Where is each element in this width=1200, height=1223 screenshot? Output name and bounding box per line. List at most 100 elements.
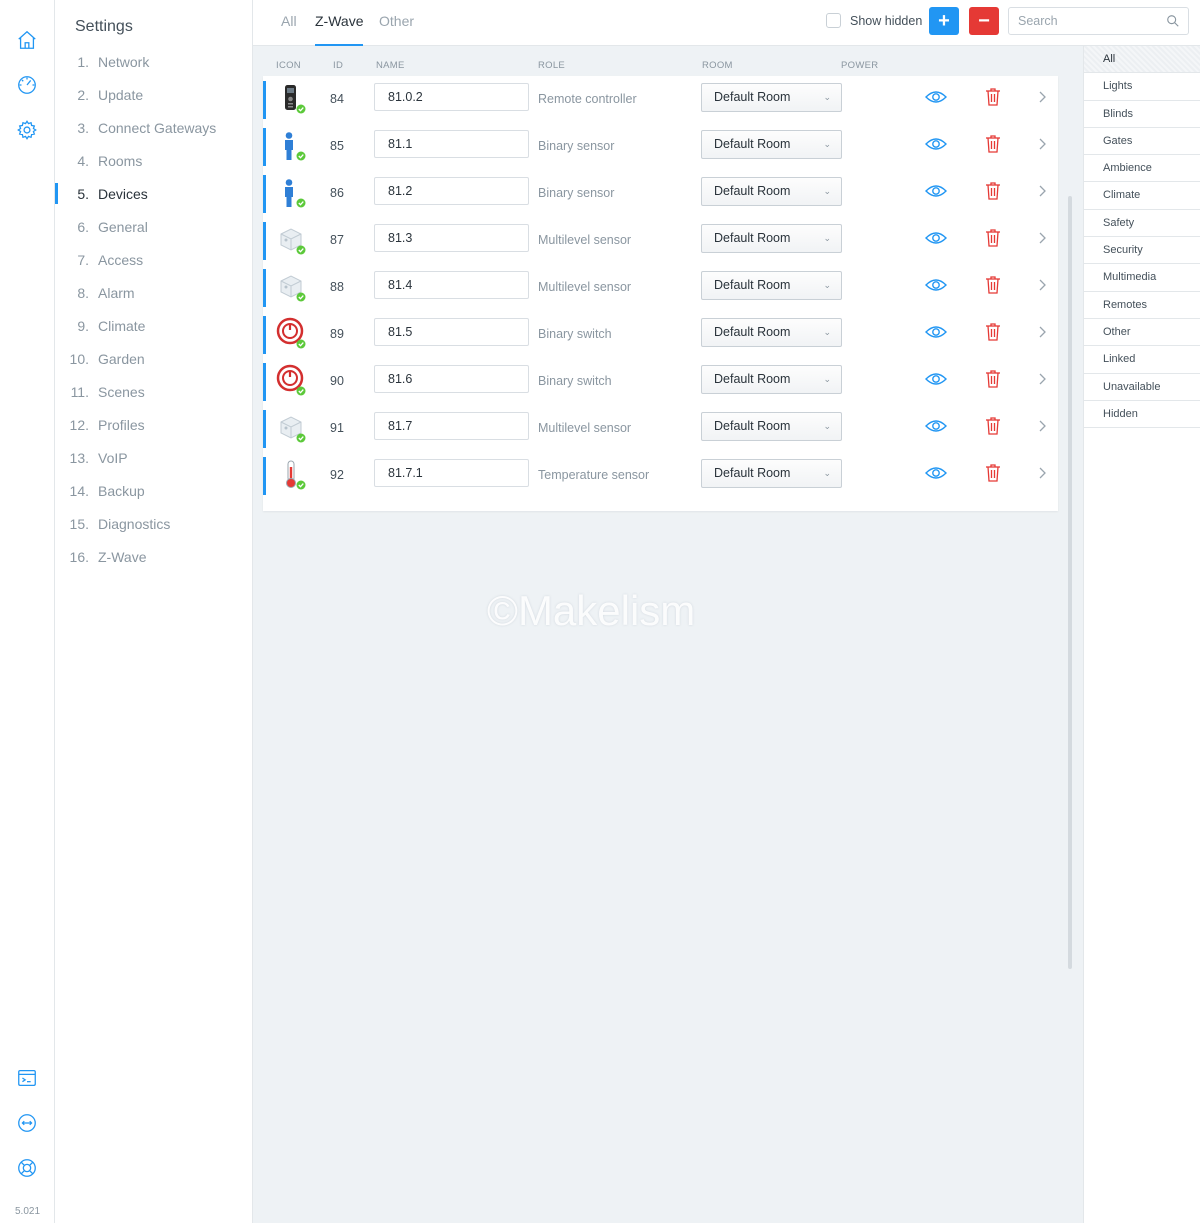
table-row[interactable]: 91 Multilevel sensor Default Room ⌄ [263, 405, 1058, 452]
device-name-input[interactable] [374, 130, 529, 158]
menu-item-update[interactable]: 2. Update [55, 78, 253, 111]
room-select[interactable]: Default Room ⌄ [701, 177, 842, 206]
chevron-right-icon[interactable] [1037, 136, 1047, 152]
category-lights[interactable]: Lights [1084, 73, 1200, 101]
chevron-right-icon[interactable] [1037, 324, 1047, 340]
table-row[interactable]: 90 Binary switch Default Room ⌄ [263, 358, 1058, 405]
category-all[interactable]: All [1084, 46, 1200, 74]
table-row[interactable]: 87 Multilevel sensor Default Room ⌄ [263, 217, 1058, 264]
delete-trash-icon[interactable] [985, 228, 1001, 247]
terminal-icon[interactable] [14, 1065, 40, 1091]
delete-trash-icon[interactable] [985, 134, 1001, 153]
category-climate[interactable]: Climate [1084, 182, 1200, 210]
table-row[interactable]: 92 Temperature sensor Default Room ⌄ [263, 452, 1058, 499]
device-name-input[interactable] [374, 83, 529, 111]
menu-item-general[interactable]: 6. General [55, 210, 253, 243]
menu-item-garden[interactable]: 10. Garden [55, 342, 253, 375]
chevron-right-icon[interactable] [1037, 89, 1047, 105]
category-remotes[interactable]: Remotes [1084, 292, 1200, 319]
device-name-input[interactable] [374, 459, 529, 487]
show-hidden-toggle[interactable]: Show hidden [826, 13, 922, 28]
search-input[interactable] [1018, 14, 1158, 28]
table-row[interactable]: 88 Multilevel sensor Default Room ⌄ [263, 264, 1058, 311]
device-name-input[interactable] [374, 365, 529, 393]
room-select[interactable]: Default Room ⌄ [701, 459, 842, 488]
device-name-input[interactable] [374, 412, 529, 440]
device-name-input[interactable] [374, 318, 529, 346]
table-row[interactable]: 84 Remote controller Default Room ⌄ [263, 76, 1058, 123]
visibility-eye-icon[interactable] [925, 230, 947, 246]
settings-gear-icon[interactable] [14, 117, 40, 143]
chevron-right-icon[interactable] [1037, 230, 1047, 246]
menu-item-connect-gateways[interactable]: 3. Connect Gateways [55, 111, 253, 144]
dashboard-gauge-icon[interactable] [14, 72, 40, 98]
visibility-eye-icon[interactable] [925, 465, 947, 481]
room-select[interactable]: Default Room ⌄ [701, 412, 842, 441]
tab-z-wave[interactable]: Z-Wave [315, 0, 364, 46]
delete-trash-icon[interactable] [985, 369, 1001, 388]
device-name-input[interactable] [374, 177, 529, 205]
add-device-button[interactable]: + [929, 7, 959, 35]
menu-item-network[interactable]: 1. Network [55, 45, 253, 78]
chevron-right-icon[interactable] [1037, 183, 1047, 199]
category-linked[interactable]: Linked [1084, 346, 1200, 374]
category-blinds[interactable]: Blinds [1084, 101, 1200, 128]
category-safety[interactable]: Safety [1084, 210, 1200, 238]
room-select[interactable]: Default Room ⌄ [701, 130, 842, 159]
room-select[interactable]: Default Room ⌄ [701, 83, 842, 112]
support-lifebuoy-icon[interactable] [14, 1155, 40, 1181]
menu-item-diagnostics[interactable]: 15. Diagnostics [55, 507, 253, 540]
table-row[interactable]: 86 Binary sensor Default Room ⌄ [263, 170, 1058, 217]
chevron-right-icon[interactable] [1037, 371, 1047, 387]
table-row[interactable]: 89 Binary switch Default Room ⌄ [263, 311, 1058, 358]
menu-item-voip[interactable]: 13. VoIP [55, 441, 253, 474]
menu-item-climate[interactable]: 9. Climate [55, 309, 253, 342]
show-hidden-checkbox[interactable] [826, 13, 841, 28]
delete-trash-icon[interactable] [985, 275, 1001, 294]
visibility-eye-icon[interactable] [925, 324, 947, 340]
chevron-right-icon[interactable] [1037, 465, 1047, 481]
menu-item-access[interactable]: 7. Access [55, 243, 253, 276]
visibility-eye-icon[interactable] [925, 371, 947, 387]
device-name-input[interactable] [374, 224, 529, 252]
vertical-scrollbar[interactable] [1068, 196, 1072, 969]
menu-item-scenes[interactable]: 11. Scenes [55, 375, 253, 408]
search-icon[interactable] [1166, 14, 1180, 28]
menu-item-rooms[interactable]: 4. Rooms [55, 144, 253, 177]
device-name-input[interactable] [374, 271, 529, 299]
delete-trash-icon[interactable] [985, 322, 1001, 341]
category-hidden[interactable]: Hidden [1084, 401, 1200, 429]
menu-item-z-wave[interactable]: 16. Z-Wave [55, 540, 253, 573]
delete-trash-icon[interactable] [985, 181, 1001, 200]
remote-access-icon[interactable] [14, 1110, 40, 1136]
delete-trash-icon[interactable] [985, 463, 1001, 482]
remove-device-button[interactable]: − [969, 7, 999, 35]
menu-item-alarm[interactable]: 8. Alarm [55, 276, 253, 309]
table-row[interactable]: 85 Binary sensor Default Room ⌄ [263, 123, 1058, 170]
category-gates[interactable]: Gates [1084, 128, 1200, 156]
visibility-eye-icon[interactable] [925, 418, 947, 434]
chevron-right-icon[interactable] [1037, 418, 1047, 434]
home-icon[interactable] [14, 27, 40, 53]
menu-item-devices[interactable]: 5. Devices [55, 177, 253, 210]
category-security[interactable]: Security [1084, 237, 1200, 265]
visibility-eye-icon[interactable] [925, 136, 947, 152]
chevron-right-icon[interactable] [1037, 277, 1047, 293]
delete-trash-icon[interactable] [985, 416, 1001, 435]
menu-item-profiles[interactable]: 12. Profiles [55, 408, 253, 441]
tab-all[interactable]: All [281, 0, 297, 46]
delete-trash-icon[interactable] [985, 87, 1001, 106]
room-select[interactable]: Default Room ⌄ [701, 318, 842, 347]
visibility-eye-icon[interactable] [925, 183, 947, 199]
room-select[interactable]: Default Room ⌄ [701, 271, 842, 300]
room-select[interactable]: Default Room ⌄ [701, 365, 842, 394]
category-other[interactable]: Other [1084, 319, 1200, 347]
category-ambience[interactable]: Ambience [1084, 155, 1200, 183]
visibility-eye-icon[interactable] [925, 277, 947, 293]
category-multimedia[interactable]: Multimedia [1084, 264, 1200, 292]
visibility-eye-icon[interactable] [925, 89, 947, 105]
menu-item-backup[interactable]: 14. Backup [55, 474, 253, 507]
tab-other[interactable]: Other [379, 0, 414, 46]
category-unavailable[interactable]: Unavailable [1084, 374, 1200, 401]
room-select[interactable]: Default Room ⌄ [701, 224, 842, 253]
